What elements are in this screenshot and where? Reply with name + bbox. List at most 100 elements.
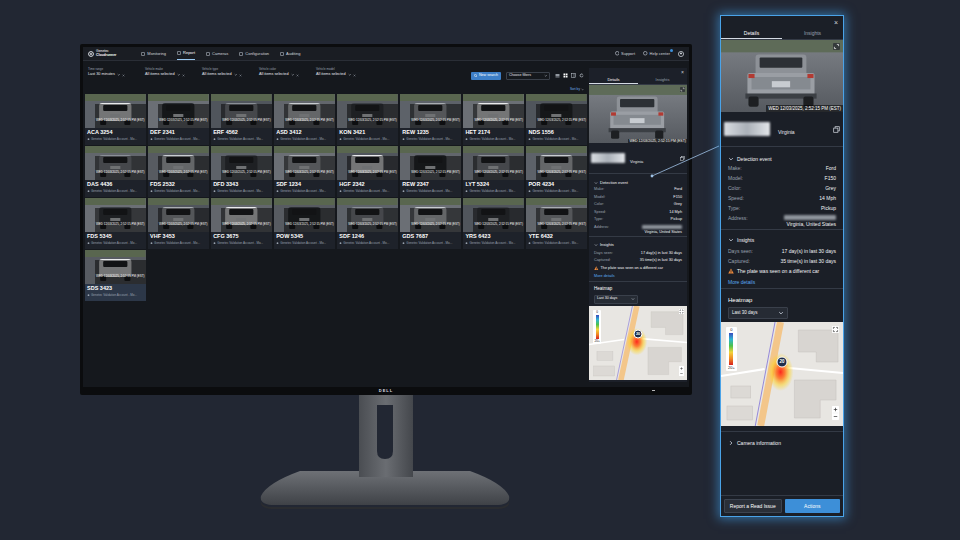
read-card[interactable]: WED 12/03/2025, 2:52:15 PM (EST)ASD 3412… xyxy=(274,94,335,145)
split-view-icon[interactable] xyxy=(571,73,576,78)
section-title[interactable]: Insights xyxy=(600,243,614,247)
section-title[interactable]: Detection event xyxy=(737,157,772,162)
user-icon[interactable] xyxy=(678,51,684,57)
nav-label[interactable]: Auditing xyxy=(286,52,300,56)
choose-filters-dropdown[interactable]: Choose filters xyxy=(506,72,550,80)
tab-label[interactable]: Details xyxy=(607,78,619,82)
action-button[interactable]: Report a Read Issue xyxy=(724,499,782,513)
section-header[interactable]: Insights xyxy=(594,240,682,249)
nav-item[interactable]: Auditing xyxy=(280,47,300,60)
app-logo[interactable]: GenetecCloudrunner xyxy=(88,50,116,57)
list-view-icon[interactable] xyxy=(555,73,560,78)
section-header[interactable]: Camera information xyxy=(728,437,836,449)
nav-label[interactable]: Cameras xyxy=(212,52,228,56)
button-label[interactable]: New search xyxy=(479,74,498,78)
read-card[interactable]: WED 12/03/2025, 2:52:15 PM (EST)DFD 3343… xyxy=(211,146,272,197)
read-card[interactable]: WED 12/03/2025, 2:52:15 PM (EST)VHF 3453… xyxy=(148,198,209,249)
map-marker[interactable]: 20 xyxy=(634,329,643,338)
more-details-link[interactable]: More details xyxy=(728,279,755,285)
heatmap-map[interactable]: 020+20 xyxy=(721,322,843,426)
nav-item[interactable]: Configuration xyxy=(239,47,269,60)
clear-icon[interactable] xyxy=(182,74,185,77)
read-card[interactable]: WED 12/03/2025, 2:52:15 PM (EST)FDS 5345… xyxy=(85,198,146,249)
read-card[interactable]: WED 12/03/2025, 2:52:15 PM (EST)SDS 3423… xyxy=(85,250,146,301)
map-marker[interactable]: 20 xyxy=(777,356,788,367)
range-value[interactable]: Last 30 days xyxy=(732,311,758,316)
filter-value[interactable]: Last 30 minutes xyxy=(88,73,115,77)
close-button[interactable]: × xyxy=(681,70,684,75)
read-card[interactable]: WED 12/03/2025, 2:52:15 PM (EST)LYT 5324… xyxy=(463,146,524,197)
filter-dropdown[interactable]: All items selected xyxy=(202,72,256,79)
expand-icon[interactable] xyxy=(680,87,685,92)
section-header[interactable]: Detection event xyxy=(594,178,682,187)
nav-item[interactable]: Monitoring xyxy=(141,47,166,60)
nav-label[interactable]: Monitoring xyxy=(147,52,166,56)
read-card[interactable]: WED 12/03/2025, 2:52:15 PM (EST)GDS 7687… xyxy=(400,198,461,249)
read-card[interactable]: WED 12/03/2025, 2:52:15 PM (EST)SDF 1234… xyxy=(274,146,335,197)
read-card[interactable]: WED 12/03/2025, 2:52:15 PM (EST)ACA 3254… xyxy=(85,94,146,145)
filter-dropdown[interactable]: All items selected xyxy=(145,72,199,79)
action-button[interactable]: Actions xyxy=(785,499,841,513)
read-card[interactable]: WED 12/03/2025, 2:52:15 PM (EST)CFG 3675… xyxy=(211,198,272,249)
filter-value[interactable]: All items selected xyxy=(202,73,232,77)
range-dropdown[interactable]: Last 30 days xyxy=(594,295,638,304)
clear-icon[interactable] xyxy=(353,74,356,77)
detail-tab[interactable]: Details xyxy=(721,28,782,39)
heatmap-map[interactable]: 020+20 xyxy=(589,306,687,380)
zoom-icon[interactable] xyxy=(679,366,684,376)
read-card[interactable]: WED 12/03/2025, 2:52:15 PM (EST)HGF 2342… xyxy=(337,146,398,197)
read-card[interactable]: WED 12/03/2025, 2:52:15 PM (EST)POW 5345… xyxy=(274,198,335,249)
clear-icon[interactable] xyxy=(122,74,125,77)
filter-value[interactable]: All items selected xyxy=(145,73,175,77)
read-card[interactable]: WED 12/03/2025, 2:52:15 PM (EST)YRS 6423… xyxy=(463,198,524,249)
close-button[interactable]: × xyxy=(834,19,838,26)
filter-value[interactable]: All items selected xyxy=(316,73,346,77)
read-card[interactable]: WED 12/03/2025, 2:52:15 PM (EST)SDF 1246… xyxy=(337,198,398,249)
header-link[interactable]: Help center xyxy=(643,51,670,56)
button-label[interactable]: Report a Read Issue xyxy=(730,504,776,509)
read-card[interactable]: WED 12/03/2025, 2:52:15 PM (EST)HET 2174… xyxy=(463,94,524,145)
clear-icon[interactable] xyxy=(296,74,299,77)
read-card[interactable]: WED 12/03/2025, 2:52:15 PM (EST)DEF 2341… xyxy=(148,94,209,145)
link-label[interactable]: Support xyxy=(621,52,635,56)
nav-item[interactable]: Report xyxy=(177,47,195,60)
section-header[interactable]: Insights xyxy=(728,234,836,246)
section-title[interactable]: Insights xyxy=(737,238,754,243)
new-search-button[interactable]: New search xyxy=(471,72,501,80)
read-card[interactable]: WED 12/03/2025, 2:52:15 PM (EST)DAS 4436… xyxy=(85,146,146,197)
detail-tab[interactable]: Insights xyxy=(782,28,843,39)
read-card[interactable]: WED 12/03/2025, 2:52:15 PM (EST)KON 3421… xyxy=(337,94,398,145)
button-label[interactable]: Actions xyxy=(804,504,820,509)
grid-view-icon[interactable] xyxy=(563,73,568,78)
sort-label[interactable]: Sort by xyxy=(570,88,580,91)
filter-dropdown[interactable]: All items selected xyxy=(259,72,313,79)
more-details-link[interactable]: More details xyxy=(594,274,615,279)
filter-value[interactable]: All items selected xyxy=(259,73,289,77)
filter-dropdown[interactable]: All items selected xyxy=(316,72,370,79)
read-card[interactable]: WED 12/03/2025, 2:52:15 PM (EST)REW 1235… xyxy=(400,94,461,145)
header-link[interactable]: Support xyxy=(615,51,636,56)
copy-icon[interactable] xyxy=(833,126,840,133)
read-card[interactable]: WED 12/03/2025, 2:52:15 PM (EST)YTE 6432… xyxy=(526,198,587,249)
fullscreen-icon[interactable] xyxy=(679,309,684,314)
detail-tab[interactable]: Insights xyxy=(638,76,687,84)
zoom-icon[interactable] xyxy=(832,406,839,420)
nav-label[interactable]: Configuration xyxy=(245,52,269,56)
range-dropdown[interactable]: Last 30 days xyxy=(728,307,788,319)
nav-item[interactable]: Cameras xyxy=(206,47,228,60)
dropdown-value[interactable]: Choose filters xyxy=(509,74,531,78)
tab-label[interactable]: Details xyxy=(744,31,759,36)
read-card[interactable]: WED 12/03/2025, 2:52:15 PM (EST)FDS 2532… xyxy=(148,146,209,197)
filter-dropdown[interactable]: Last 30 minutes xyxy=(88,72,142,79)
clear-icon[interactable] xyxy=(239,74,242,77)
tab-label[interactable]: Insights xyxy=(804,31,821,36)
detail-tab[interactable]: Details xyxy=(589,76,638,84)
link-label[interactable]: Help center xyxy=(650,52,670,56)
nav-label[interactable]: Report xyxy=(183,51,195,55)
copy-icon[interactable] xyxy=(680,156,685,161)
section-title[interactable]: Camera information xyxy=(737,441,781,446)
sort-dropdown[interactable]: Sort by xyxy=(570,88,584,91)
read-card[interactable]: WED 12/03/2025, 2:52:15 PM (EST)ERF 4562… xyxy=(211,94,272,145)
read-card[interactable]: WED 12/03/2025, 2:52:15 PM (EST)POR 4234… xyxy=(526,146,587,197)
range-value[interactable]: Last 30 days xyxy=(597,297,617,301)
